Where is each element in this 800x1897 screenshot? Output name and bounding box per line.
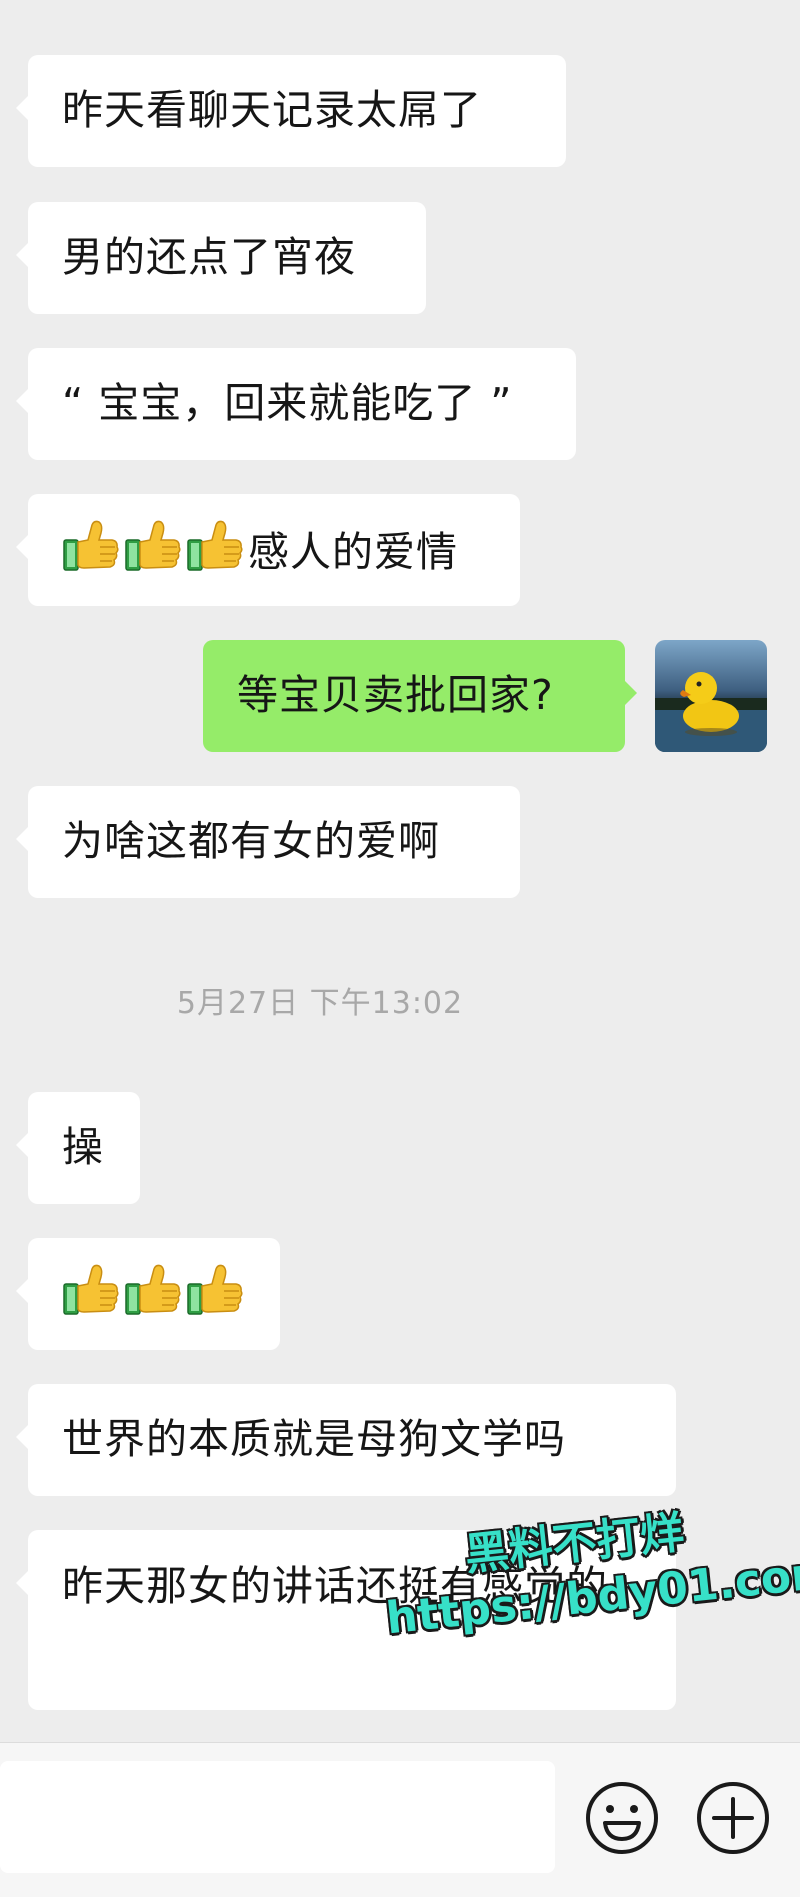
message-bubble[interactable]: 世界的本质就是母狗文学吗 xyxy=(16,1384,676,1496)
message-row-self: 等宝贝卖批回家? xyxy=(203,640,637,752)
message-bubble[interactable]: 男的还点了宵夜 xyxy=(16,202,426,314)
thumbs-up-icon xyxy=(62,1264,120,1316)
message-bubble[interactable] xyxy=(16,1238,280,1350)
message-row: 操 xyxy=(16,1092,140,1204)
thumbs-up-emoji-group xyxy=(62,1272,248,1320)
thumbs-up-icon xyxy=(186,1264,244,1316)
thumbs-up-icon xyxy=(124,520,182,572)
message-row: 世界的本质就是母狗文学吗 xyxy=(16,1384,676,1496)
thumbs-up-icon xyxy=(124,1264,182,1316)
message-input[interactable] xyxy=(0,1761,555,1873)
message-bubble[interactable]: 昨天看聊天记录太屌了 xyxy=(16,55,566,167)
plus-circle-icon[interactable] xyxy=(694,1779,772,1857)
thumbs-up-emoji-group xyxy=(62,528,248,576)
timestamp: 5月27日 下午13:02 xyxy=(176,986,464,1021)
chat-area[interactable]: 昨天看聊天记录太屌了 男的还点了宵夜 “ 宝宝，回来就能吃了 ” 感人的爱情 等… xyxy=(0,0,800,1742)
message-row xyxy=(16,1238,280,1350)
message-bubble[interactable]: 昨天那女的讲话还挺有感觉的 xyxy=(16,1530,676,1710)
message-row: 昨天那女的讲话还挺有感觉的 xyxy=(16,1530,676,1710)
message-bubble[interactable]: 操 xyxy=(16,1092,140,1204)
thumbs-up-icon xyxy=(186,520,244,572)
message-bubble[interactable]: 感人的爱情 xyxy=(16,494,520,606)
thumbs-up-icon xyxy=(62,520,120,572)
rubber-duck-avatar xyxy=(655,640,767,752)
message-text: 感人的爱情 xyxy=(248,528,458,576)
message-row: 为啥这都有女的爱啊 xyxy=(16,786,520,898)
message-row: 感人的爱情 xyxy=(16,494,520,606)
message-bubble[interactable]: 为啥这都有女的爱啊 xyxy=(16,786,520,898)
message-bubble-self[interactable]: 等宝贝卖批回家? xyxy=(203,640,637,752)
input-bar xyxy=(0,1742,800,1897)
message-bubble[interactable]: “ 宝宝，回来就能吃了 ” xyxy=(16,348,576,460)
message-row: 男的还点了宵夜 xyxy=(16,202,426,314)
avatar[interactable] xyxy=(655,640,767,752)
smiley-face-icon[interactable] xyxy=(583,1779,661,1857)
message-row: “ 宝宝，回来就能吃了 ” xyxy=(16,348,576,460)
message-row: 昨天看聊天记录太屌了 xyxy=(16,55,566,167)
